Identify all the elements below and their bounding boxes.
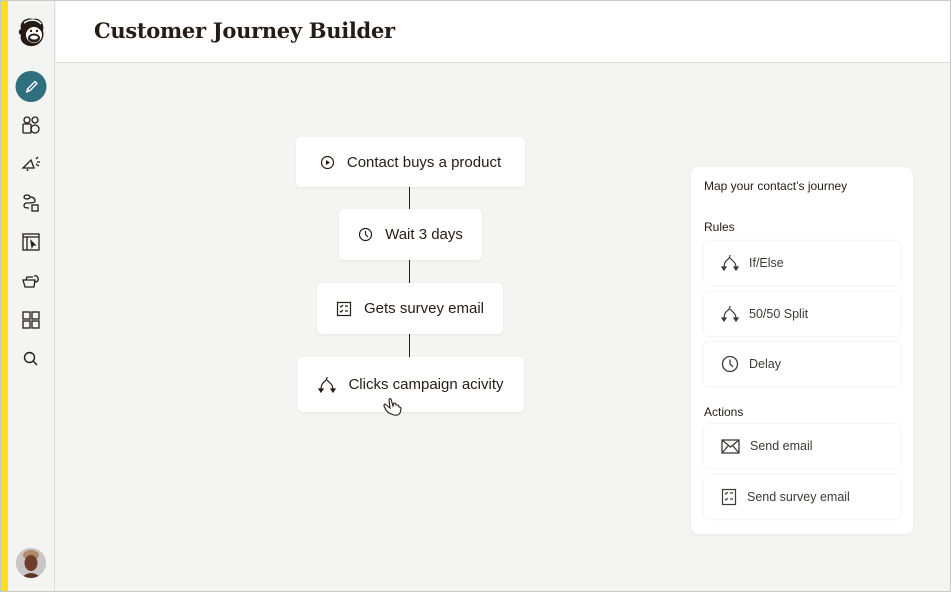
survey-icon [721,488,737,506]
panel-item-label: Send survey email [747,490,850,504]
sidebar [8,1,55,591]
journey-node-label: Gets survey email [363,300,485,317]
rule-if-else[interactable]: If/Else [704,241,900,285]
avatar[interactable] [16,548,46,578]
survey-icon [336,301,352,316]
hand-cursor-icon [383,398,402,416]
panel-title: Map your contact’s journey [704,179,848,193]
page-title: Customer Journey Builder [94,18,395,43]
panel-item-label: Delay [749,357,781,371]
sidebar-item-campaigns[interactable] [20,153,42,175]
mailchimp-logo-icon[interactable] [14,15,48,49]
user-avatar-icon [16,548,46,578]
search-icon [23,351,38,366]
split-icon [318,376,337,393]
sidebar-item-audience[interactable] [20,114,42,136]
actions-heading: Actions [704,405,744,419]
sidebar-item-automations[interactable] [20,192,42,214]
sidebar-item-search[interactable] [20,348,42,370]
clock-icon [358,227,373,242]
app-window: Customer Journey Builder Contact buys a … [0,0,951,592]
split-icon [721,254,739,272]
envelope-icon [721,438,740,454]
play-icon [320,155,334,169]
panel-item-label: Send email [750,439,813,453]
sidebar-item-website[interactable] [20,231,42,253]
automation-icon [23,194,39,212]
journey-node-action[interactable]: Gets survey email [317,283,503,334]
content-icon [22,275,39,288]
journey-node-label: Wait 3 days [385,226,463,243]
audience-icon [22,116,40,134]
action-send-survey-email[interactable]: Send survey email [704,475,900,519]
accent-bar [1,1,8,591]
split-icon [721,305,739,323]
rules-heading: Rules [704,220,735,234]
journey-node-trigger[interactable]: Contact buys a product [296,137,525,187]
connector-line [409,334,410,357]
clock-icon [721,355,739,373]
panel-item-label: If/Else [749,256,784,270]
action-send-email[interactable]: Send email [704,424,900,468]
connector-line [409,187,410,209]
sidebar-item-content[interactable] [20,270,42,292]
journey-node-delay[interactable]: Wait 3 days [339,209,482,260]
sidebar-item-create[interactable] [15,71,47,102]
megaphone-icon [21,156,40,172]
rule-delay[interactable]: Delay [704,342,900,386]
website-icon [22,233,40,251]
rule-50-50-split[interactable]: 50/50 Split [704,292,900,336]
journey-node-condition[interactable]: Clicks campaign acivity [298,357,524,412]
sidebar-item-integrations[interactable] [20,309,42,331]
grid-icon [22,311,40,329]
panel-item-label: 50/50 Split [749,307,809,321]
journey-node-label: Clicks campaign acivity [348,376,504,393]
page-header: Customer Journey Builder [56,1,950,63]
journey-node-label: Contact buys a product [346,153,502,171]
journey-toolbox-panel: Map your contact’s journey Rules If/Else… [691,167,913,534]
connector-line [409,260,410,283]
pencil-icon [25,80,38,93]
